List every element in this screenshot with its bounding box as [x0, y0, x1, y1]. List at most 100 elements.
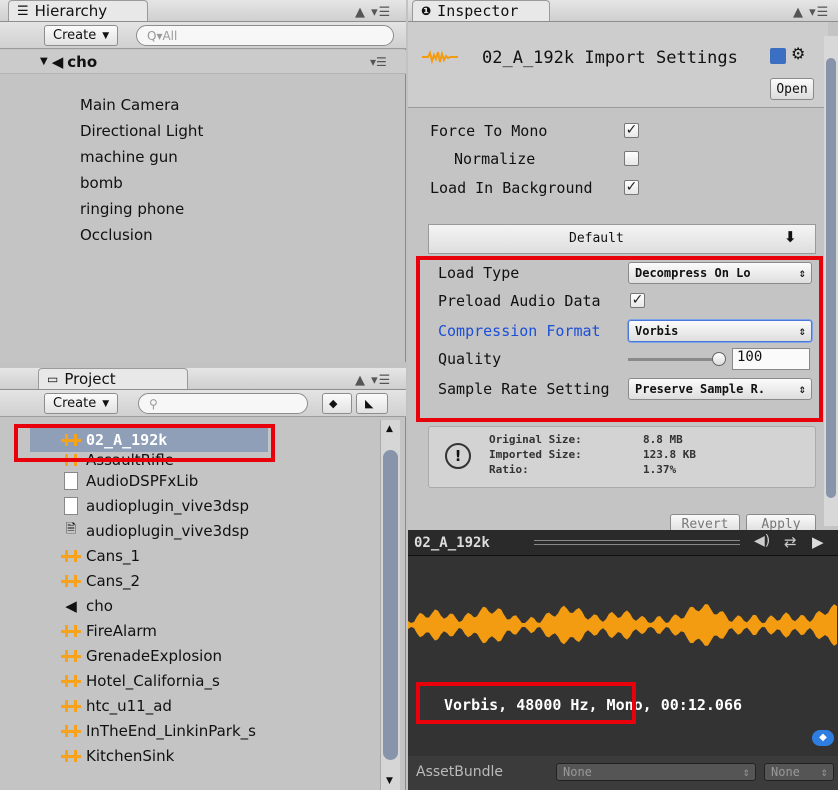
scrollbar-thumb[interactable]	[826, 58, 836, 498]
filter-by-type-button[interactable]: ◆	[322, 393, 352, 414]
list-item[interactable]: audioplugin_vive3dsp	[60, 493, 249, 518]
panel-menu-icon[interactable]: ▲ ▾☰	[793, 5, 829, 20]
list-item-label: htc_u11_ad	[86, 696, 172, 715]
list-item[interactable]: Hotel_California_s	[60, 668, 220, 693]
tab-hierarchy[interactable]: ☰ Hierarchy	[8, 0, 148, 21]
force-to-mono-label: Force To Mono	[430, 122, 548, 140]
hierarchy-item[interactable]: Occlusion	[80, 226, 153, 244]
inspector-title: 02_A_192k Import Settings	[482, 48, 738, 68]
create-label: Create	[53, 396, 97, 411]
normalize-checkbox[interactable]	[624, 151, 639, 166]
load-type-dropdown[interactable]: Decompress On Lo ⇕	[628, 262, 812, 284]
help-book-icon[interactable]	[770, 48, 786, 64]
speaker-icon[interactable]: ◀)	[754, 533, 770, 549]
load-in-background-label: Load In Background	[430, 179, 593, 197]
expand-arrow-icon[interactable]: ▼	[40, 56, 48, 67]
list-item-label: GrenadeExplosion	[86, 646, 223, 665]
scene-row[interactable]: ▼ ◀ cho ▾☰	[0, 50, 406, 74]
label-tag-icon[interactable]: ◆	[812, 730, 834, 746]
force-to-mono-checkbox[interactable]: ✓	[624, 123, 639, 138]
list-item[interactable]: FireAlarm	[60, 618, 157, 643]
audio-clip-icon	[60, 671, 82, 691]
hierarchy-search-input[interactable]: Q▾All	[136, 25, 394, 46]
scroll-up-arrow-icon[interactable]: ▲	[386, 424, 393, 434]
inspector-scrollbar[interactable]	[824, 36, 838, 526]
list-item[interactable]: ◀ cho	[60, 593, 113, 618]
quality-slider-track[interactable]	[628, 358, 720, 361]
tab-project[interactable]: ▭ Project	[38, 368, 188, 389]
list-item-label: audioplugin_vive3dsp	[86, 521, 250, 540]
list-item[interactable]: Cans_1	[60, 543, 140, 568]
list-item-label: Hotel_California_s	[86, 671, 220, 690]
assetbundle-bar: AssetBundle None ⇕ None ⇕	[408, 756, 838, 790]
scroll-down-arrow-icon[interactable]: ▼	[386, 776, 393, 786]
hierarchy-item[interactable]: Main Camera	[80, 96, 179, 114]
loop-icon[interactable]: ⇄	[784, 533, 797, 551]
scene-menu-icon[interactable]: ▾☰	[370, 55, 387, 69]
search-placeholder: Q▾All	[147, 28, 178, 43]
tab-project-label: Project	[64, 370, 116, 388]
quality-field[interactable]: 100	[732, 348, 810, 370]
load-in-background-checkbox[interactable]: ✓	[624, 180, 639, 195]
list-item[interactable]: 🗎 audioplugin_vive3dsp	[60, 518, 249, 543]
sample-rate-dropdown[interactable]: Preserve Sample R. ⇕	[628, 378, 812, 400]
list-item[interactable]: 02_A_192k	[60, 427, 167, 452]
list-item[interactable]: htc_u11_ad	[60, 693, 172, 718]
project-tabbar: ▭ Project ▲ ▾☰	[0, 368, 406, 390]
gear-icon[interactable]: ⚙	[791, 44, 805, 63]
list-item[interactable]: Cans_2	[60, 568, 140, 593]
scrollbar-thumb[interactable]	[383, 450, 398, 760]
list-item[interactable]: AssaultRifle	[60, 452, 174, 468]
assetbundle-variant-dropdown[interactable]: None ⇕	[764, 763, 834, 781]
project-scrollbar[interactable]: ▲ ▼	[380, 420, 400, 790]
audio-clip-icon	[60, 646, 82, 666]
chevron-down-icon: ▼	[102, 30, 110, 41]
unity-scene-icon: ◀	[65, 596, 77, 615]
hierarchy-item[interactable]: Directional Light	[80, 122, 203, 140]
tab-inspector[interactable]: ❶ Inspector	[412, 0, 550, 21]
hierarchy-tabbar: ☰ Hierarchy ▲ ▾☰	[0, 0, 406, 22]
hierarchy-item[interactable]: bomb	[80, 174, 123, 192]
project-search-input[interactable]: ⚲	[138, 393, 308, 414]
compression-format-label: Compression Format	[438, 322, 601, 340]
project-create-button[interactable]: Create ▼	[44, 393, 119, 414]
assetbundle-dropdown[interactable]: None ⇕	[556, 763, 756, 781]
compression-format-dropdown[interactable]: Vorbis ⇕	[628, 320, 812, 342]
dropdown-arrows-icon: ⇕	[798, 324, 806, 338]
list-item-label: AudioDSPFxLib	[86, 471, 199, 490]
tab-inspector-label: Inspector	[437, 2, 519, 20]
list-item[interactable]: InTheEnd_LinkinPark_s	[60, 718, 256, 743]
panel-menu-icon[interactable]: ▲ ▾☰	[355, 373, 391, 388]
download-icon[interactable]: ⬇	[784, 228, 797, 246]
dropdown-arrows-icon: ⇕	[798, 382, 806, 396]
dll-icon: 🗎	[65, 521, 77, 537]
inspector-header: 02_A_192k Import Settings ⚙ Open	[408, 22, 828, 108]
list-item[interactable]: AudioDSPFxLib	[60, 468, 198, 493]
audio-clip-icon	[60, 452, 82, 468]
audio-clip-icon	[60, 696, 82, 716]
ratio-value: 1.37%	[643, 463, 677, 476]
preload-audio-data-checkbox[interactable]: ✓	[630, 293, 645, 308]
list-item[interactable]: GrenadeExplosion	[60, 643, 222, 668]
imported-size-value: 123.8 KB	[643, 448, 696, 461]
chevron-down-icon: ▼	[102, 398, 110, 409]
filter-by-label-button[interactable]: ◣	[356, 393, 388, 414]
hierarchy-item[interactable]: ringing phone	[80, 200, 184, 218]
panel-menu-icon[interactable]: ▲ ▾☰	[355, 5, 391, 20]
audio-clip-icon	[60, 546, 82, 566]
list-item-label: Cans_1	[86, 546, 141, 565]
unity-scene-icon: ◀	[51, 52, 64, 71]
original-size-label: Original Size:	[489, 433, 582, 446]
quality-slider-knob[interactable]	[712, 352, 726, 366]
open-button[interactable]: Open	[770, 78, 814, 100]
list-item[interactable]: KitchenSink	[60, 743, 174, 768]
imported-size-label: Imported Size:	[489, 448, 582, 461]
hierarchy-create-button[interactable]: Create ▼	[44, 25, 119, 46]
preview-drag-handle[interactable]	[534, 540, 740, 545]
load-type-value: Decompress On Lo	[635, 266, 751, 280]
tab-default[interactable]: Default	[569, 231, 624, 246]
preload-audio-data-label: Preload Audio Data	[438, 292, 601, 310]
play-icon[interactable]: ▶	[812, 533, 824, 551]
hierarchy-item[interactable]: machine gun	[80, 148, 178, 166]
dropdown-arrows-icon: ⇕	[742, 765, 750, 779]
